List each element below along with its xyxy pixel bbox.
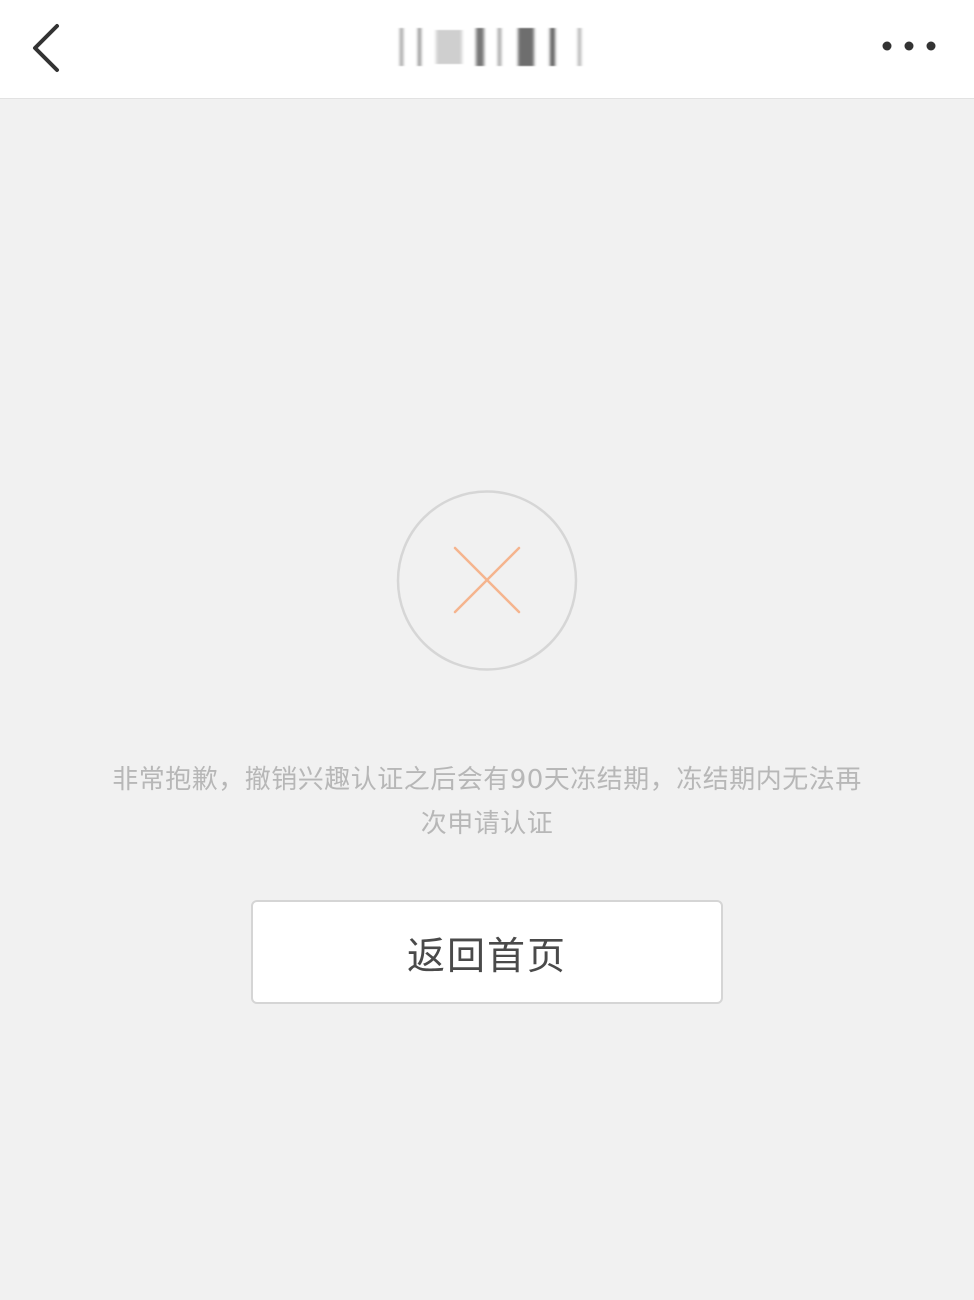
more-button[interactable] <box>874 22 944 70</box>
back-button[interactable] <box>18 18 72 78</box>
ellipsis-icon <box>882 41 936 51</box>
freeze-period-message: 非常抱歉，撤销兴趣认证之后会有90天冻结期，冻结期内无法再次申请认证 <box>112 765 862 839</box>
page-title-blurred <box>400 28 581 66</box>
close-x-icon <box>396 490 578 671</box>
top-navbar <box>0 0 974 99</box>
return-home-button[interactable]: 返回首页 <box>251 900 723 1004</box>
chevron-left-icon <box>33 24 59 72</box>
